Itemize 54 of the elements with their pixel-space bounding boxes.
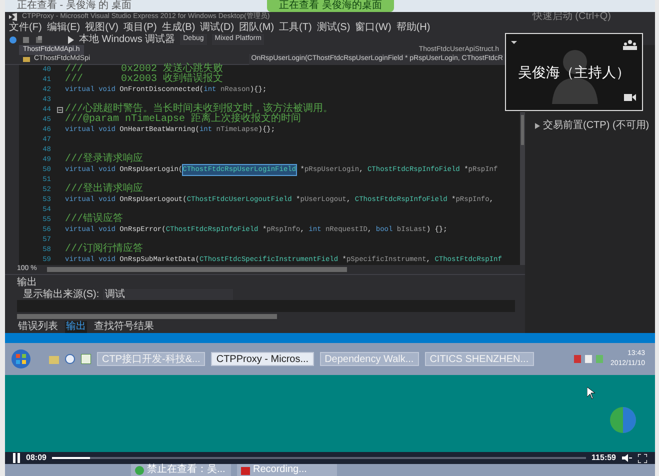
code-comment: ///登出请求响应 bbox=[65, 185, 144, 195]
menu-item[interactable]: 视图(V) bbox=[84, 22, 120, 34]
code-comment: ///订阅行情应答 bbox=[65, 245, 144, 255]
tray-icons bbox=[574, 355, 604, 363]
class-icon bbox=[23, 56, 31, 63]
window-title: 正在查看 - 吴俊海 的 桌面 bbox=[16, 0, 132, 12]
menu-item[interactable]: 帮助(H) bbox=[395, 22, 432, 34]
window-icon bbox=[81, 354, 91, 364]
menu-item[interactable]: 工具(T) bbox=[278, 22, 313, 34]
save-icon bbox=[22, 36, 30, 44]
code-comment: /// bbox=[65, 65, 84, 75]
panel-title: 输出 bbox=[17, 277, 38, 288]
menu-item[interactable]: 生成(B) bbox=[160, 22, 196, 34]
menu-item[interactable]: 测试(S) bbox=[316, 22, 352, 34]
field-label: 显示输出来源(S): bbox=[23, 288, 100, 302]
code-comment: ///@param nTimeLapse 距离上次接收报文的时间 bbox=[65, 115, 302, 125]
total-time: 115:59 bbox=[592, 452, 616, 464]
code-comment: /// bbox=[65, 75, 84, 85]
record-icon bbox=[241, 466, 250, 474]
code-comment: 0x2003 收到错误报文 bbox=[121, 75, 224, 85]
output-source-dropdown[interactable]: 调试 bbox=[103, 288, 234, 300]
horizontal-scrollbar[interactable] bbox=[46, 267, 347, 272]
camera-icon bbox=[624, 93, 636, 102]
panel-tab[interactable]: 查找符号结果 bbox=[93, 321, 155, 333]
mouse-cursor-icon bbox=[587, 387, 595, 399]
menu-item[interactable]: 团队(M) bbox=[238, 22, 276, 34]
tree-item[interactable]: 交易前置(CTP) (不可用) bbox=[543, 118, 650, 133]
start-orb-icon bbox=[11, 349, 31, 369]
volume-icon bbox=[622, 454, 632, 462]
save-all-icon bbox=[35, 36, 43, 44]
viewing-banner: 正在查看 吴俊海的桌面 bbox=[267, 0, 394, 12]
participant-name: 吴俊海（主持人） bbox=[518, 62, 630, 82]
code-comment: ///登录请求响应 bbox=[65, 155, 144, 165]
debugger-dropdown[interactable]: 本地 Windows 调试器 bbox=[79, 34, 176, 45]
menu-item[interactable]: 项目(P) bbox=[122, 22, 158, 34]
fullscreen-icon bbox=[638, 454, 647, 462]
expand-icon bbox=[535, 122, 540, 128]
panel-tab[interactable]: 错误列表 bbox=[17, 321, 59, 333]
horizontal-scrollbar[interactable] bbox=[17, 314, 277, 319]
panel-tab[interactable]: 输出 bbox=[65, 321, 87, 333]
taskbar-button[interactable]: CTPProxy - Micros... bbox=[211, 352, 314, 366]
menu-item[interactable]: 编辑(E) bbox=[46, 22, 82, 34]
dropdown-icon bbox=[511, 40, 517, 44]
elapsed-time: 08:09 bbox=[26, 452, 46, 464]
vertical-scrollbar[interactable] bbox=[520, 112, 525, 265]
menu-item[interactable]: 调试(D) bbox=[199, 22, 236, 34]
participants-icon bbox=[623, 40, 637, 50]
start-icon bbox=[68, 36, 74, 44]
vs-logo-icon bbox=[8, 13, 18, 21]
folder-icon bbox=[49, 354, 59, 364]
menu-item[interactable]: 窗口(W) bbox=[354, 22, 392, 34]
globe-icon bbox=[135, 466, 144, 474]
menu-item[interactable]: 文件(F) bbox=[8, 22, 43, 34]
code-comment: ///错误应答 bbox=[65, 215, 124, 225]
